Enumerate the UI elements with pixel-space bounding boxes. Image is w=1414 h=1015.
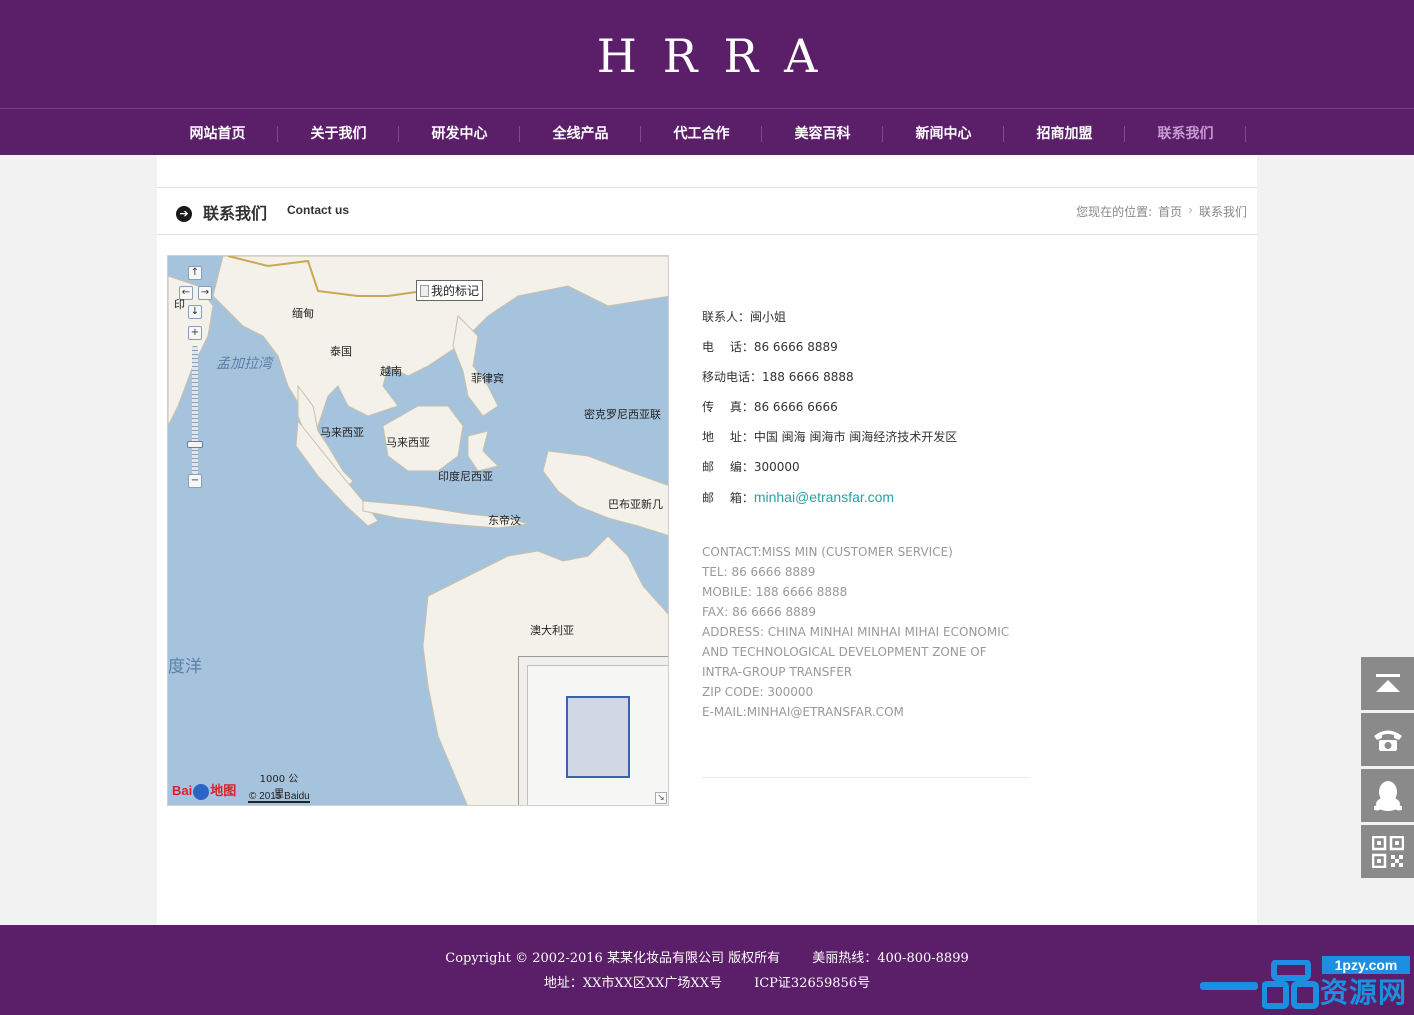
map-label: 越南 [380,365,402,378]
phone-button[interactable] [1361,713,1414,766]
baidu-map-logo: Bai 地图 [172,783,237,800]
watermark-pin-icon [1262,960,1319,1009]
map-label: 印度尼西亚 [438,470,493,483]
nav-item-home[interactable]: 网站首页 [157,109,278,155]
map-label: 密克罗尼西亚联 [584,408,661,421]
footer-hotline: 美丽热线：400-800-8899 [812,951,969,966]
site-header: HRRA [0,0,1414,108]
map-label: 东帝汶 [488,514,521,527]
map-label: 巴布亚新几 [608,498,663,511]
nav-item-contact[interactable]: 联系我们 [1125,109,1246,155]
nav-list: 网站首页 关于我们 研发中心 全线产品 代工合作 美容百科 新闻中心 招商加盟 … [157,109,1257,155]
map-label: 马来西亚 [320,426,364,439]
qq-icon [1373,780,1402,811]
map-label: 菲律宾 [471,372,504,385]
contact-address: 地 址：中国 闽海 闽海市 闽海经济技术开发区 [702,430,958,444]
pan-down-button[interactable]: ↓ [188,305,202,319]
side-tools [1361,657,1414,881]
contact-email-link[interactable]: minhai@etransfar.com [754,489,894,505]
baidu-map[interactable]: ↑ ← → ↓ + − 我的标记 印 缅甸 泰国 越南 菲律宾 孟加拉湾 马来西… [167,255,669,806]
en-contact: CONTACT:MISS MIN (CUSTOMER SERVICE) [702,545,953,559]
en-address-3: INTRA-GROUP TRANSFER [702,665,853,679]
zoom-slider-handle[interactable] [187,441,203,448]
breadcrumb-home[interactable]: 首页 [1158,203,1182,220]
back-to-top-button[interactable] [1361,657,1414,710]
map-overview[interactable]: ↘ [518,656,668,805]
map-marker-label[interactable]: 我的标记 [416,280,484,301]
map-copyright: © 2015 Baidu [249,791,310,802]
en-zip: ZIP CODE: 300000 [702,685,814,699]
nav-item-news[interactable]: 新闻中心 [883,109,1004,155]
contact-info-cn: 联系人：闽小姐 电 话：86 6666 8889 移动电话：188 6666 8… [702,305,957,515]
qq-button[interactable] [1361,769,1414,822]
map-label: 印 [174,298,185,311]
page-title: 联系我们 [203,204,268,223]
contact-mobile: 移动电话：188 6666 8888 [702,370,854,384]
en-fax: FAX: 86 6666 8889 [702,605,817,619]
nav-item-rnd[interactable]: 研发中心 [399,109,520,155]
contact-phone: 电 话：86 6666 8889 [702,340,838,354]
footer-copyright: Copyright © 2002-2016 某某化妆品有限公司 版权所有 [445,951,781,966]
site-logo[interactable]: HRRA [0,28,1414,84]
map-label: 缅甸 [292,307,314,320]
main-content: ➔ 联系我们 Contact us 您现在的位置: 首页 › 联系我们 ↑ ← … [157,155,1257,925]
footer-icp[interactable]: ICP证32659856号 [754,976,870,991]
breadcrumb-prefix: 您现在的位置: [1076,205,1153,219]
arrow-right-icon: ➔ [176,206,192,222]
en-email: E-MAIL:MINHAI@ETRANSFAR.COM [702,705,904,719]
map-label: 澳大利亚 [530,624,574,637]
pan-right-button[interactable]: → [198,286,212,300]
page-title-bar: ➔ 联系我们 Contact us 您现在的位置: 首页 › 联系我们 [157,187,1257,235]
page-subtitle: Contact us [287,203,350,217]
contact-info-en: CONTACT:MISS MIN (CUSTOMER SERVICE) TEL:… [702,542,1009,722]
contact-person: 联系人：闽小姐 [702,310,787,324]
baidu-paw-icon [193,783,210,800]
breadcrumb: 您现在的位置: 首页 › 联系我们 [1076,203,1247,220]
divider [702,777,1030,778]
contact-email-row: 邮 箱：minhai@etransfar.com [702,485,957,515]
chevron-right-icon: › [1188,203,1193,217]
nav-item-products[interactable]: 全线产品 [520,109,641,155]
map-label: 泰国 [330,345,352,358]
en-address-2: AND TECHNOLOGICAL DEVELOPMENT ZONE OF [702,645,987,659]
map-label: 孟加拉湾 [216,356,272,372]
footer-address: 地址：XX市XX区XX广场XX号 [543,976,722,991]
zoom-in-button[interactable]: + [188,326,202,340]
nav-item-beauty[interactable]: 美容百科 [762,109,883,155]
contact-fax: 传 真：86 6666 6666 [702,400,838,414]
nav-item-franchise[interactable]: 招商加盟 [1004,109,1125,155]
qrcode-button[interactable] [1361,825,1414,878]
en-mobile: MOBILE: 188 6666 8888 [702,585,848,599]
contact-email-label: 邮 箱： [702,491,754,505]
qrcode-icon [1371,835,1404,868]
main-nav: 网站首页 关于我们 研发中心 全线产品 代工合作 美容百科 新闻中心 招商加盟 … [0,108,1414,155]
map-label: 度洋 [168,657,202,677]
pan-up-button[interactable]: ↑ [188,266,202,280]
map-label: 马来西亚 [386,436,430,449]
overview-toggle-icon[interactable]: ↘ [655,792,667,804]
watermark-text: 资源网 [1320,976,1408,1009]
overview-viewport-box[interactable] [566,696,630,778]
zoom-out-button[interactable]: − [188,474,202,488]
nav-item-about[interactable]: 关于我们 [278,109,399,155]
en-address-1: ADDRESS: CHINA MINHAI MINHAI MIHAI ECONO… [702,625,1010,639]
contact-zip: 邮 编：300000 [702,460,800,474]
en-tel: TEL: 86 6666 8889 [702,565,816,579]
phone-icon [1373,730,1402,751]
zoom-slider-track[interactable] [192,346,198,474]
back-to-top-icon [1375,673,1400,692]
watermark-logo: 1pzy.com 资源网 [1200,955,1412,1013]
breadcrumb-current[interactable]: 联系我们 [1199,203,1247,220]
nav-item-oem[interactable]: 代工合作 [641,109,762,155]
